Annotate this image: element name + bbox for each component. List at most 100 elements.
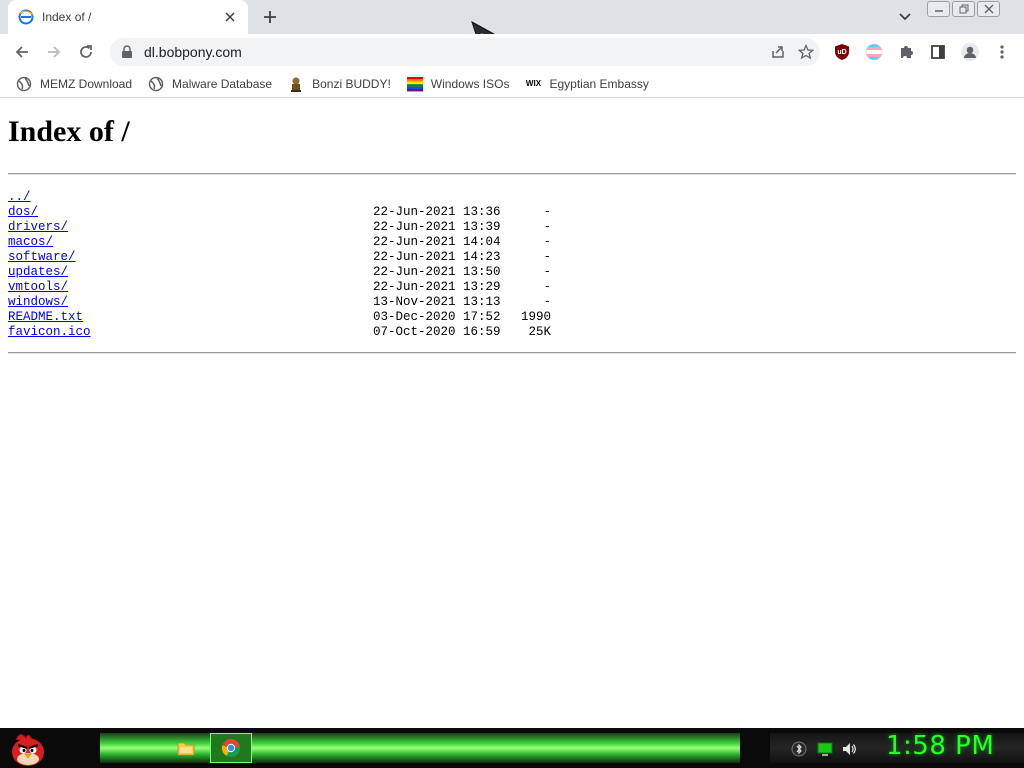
entry-size: 1990	[520, 310, 551, 324]
tab-title: Index of /	[42, 10, 92, 24]
share-button[interactable]	[764, 38, 792, 66]
window-controls	[927, 1, 1000, 17]
bookmark-malware-database[interactable]: Malware Database	[142, 72, 278, 96]
entry-link[interactable]: drivers/	[8, 220, 68, 235]
ublock-extension-button[interactable]: uD	[831, 41, 853, 63]
start-button[interactable]	[6, 728, 50, 768]
bookmark-label: Bonzi BUDDY!	[312, 76, 391, 91]
list-item: vmtools/ 22-Jun-2021 13:29 -	[8, 280, 1016, 295]
reload-icon	[80, 45, 92, 58]
list-item: updates/ 22-Jun-2021 13:50 -	[8, 265, 1016, 280]
tab-close-icon[interactable]	[222, 9, 238, 25]
taskbar-clock[interactable]: 1:58 PM	[886, 731, 994, 761]
extensions-button[interactable]	[895, 41, 917, 63]
parent-directory-link[interactable]: ../	[8, 190, 31, 205]
address-bar[interactable]: dl.bobpony.com	[110, 38, 820, 66]
kebab-menu-icon	[1000, 45, 1004, 59]
chrome-icon	[221, 739, 240, 757]
bookmark-star-button[interactable]	[792, 38, 820, 66]
file-explorer-icon[interactable]	[176, 738, 196, 758]
entry-size: -	[543, 295, 551, 309]
puzzle-icon	[901, 46, 913, 58]
ie-favicon-icon	[18, 9, 34, 25]
minimize-button[interactable]	[927, 1, 950, 17]
bookmark-memz[interactable]: MEMZ Download	[10, 72, 138, 96]
side-panel-button[interactable]	[927, 41, 949, 63]
tab-active[interactable]: Index of /	[8, 0, 248, 34]
forward-button[interactable]	[40, 38, 68, 66]
taskbar-chrome-button[interactable]	[210, 733, 252, 763]
entry-link[interactable]: dos/	[8, 205, 38, 220]
taskbar-glow	[100, 733, 740, 763]
list-item: drivers/ 22-Jun-2021 13:39 -	[8, 220, 1016, 235]
side-panel-icon	[931, 45, 945, 59]
entry-link[interactable]: favicon.ico	[8, 325, 91, 340]
back-button[interactable]	[8, 38, 36, 66]
page-title: Index of /	[8, 115, 130, 148]
bluetooth-icon[interactable]	[791, 741, 807, 757]
globe-icon	[148, 76, 164, 92]
browser-toolbar: dl.bobpony.com uD	[0, 34, 1024, 70]
reload-button[interactable]	[72, 38, 100, 66]
bookmark-windows-isos[interactable]: Windows ISOs	[401, 72, 516, 96]
bookmark-egyptian-embassy[interactable]: WIX Egyptian Embassy	[519, 72, 654, 96]
chevron-down-icon	[899, 13, 911, 21]
menu-button[interactable]	[991, 41, 1013, 63]
ublock-label: uD	[837, 48, 847, 56]
arrow-left-icon	[15, 46, 28, 58]
entry-size: -	[543, 265, 551, 279]
tab-search-button[interactable]	[894, 6, 916, 28]
bookmark-label: Windows ISOs	[430, 76, 510, 91]
wix-icon: WIX	[525, 76, 541, 92]
page-content: Index of / ../ dos/ 22-Jun-2021 13:36 - …	[8, 99, 1016, 354]
entry-size: -	[543, 250, 551, 264]
address-url[interactable]: dl.bobpony.com	[144, 44, 764, 60]
bonzi-icon	[288, 76, 304, 92]
restore-icon	[959, 4, 968, 14]
entry-link[interactable]: macos/	[8, 235, 53, 250]
entry-link[interactable]: software/	[8, 250, 76, 265]
minimize-icon	[934, 10, 943, 12]
entry-link[interactable]: vmtools/	[8, 280, 68, 295]
bookmark-label: Malware Database	[172, 76, 273, 91]
entry-size: -	[543, 205, 551, 219]
lock-icon	[122, 45, 132, 58]
entry-link[interactable]: windows/	[8, 295, 68, 310]
entry-size: -	[543, 220, 551, 234]
profile-button[interactable]	[959, 41, 981, 63]
new-tab-button[interactable]	[258, 5, 282, 29]
avatar-icon	[961, 43, 979, 61]
wix-logo-text: WIX	[525, 79, 542, 88]
bookmarks-bar: MEMZ Download Malware Database Bonzi BUD…	[0, 70, 1024, 98]
close-window-button[interactable]	[977, 1, 1000, 17]
plus-icon	[264, 11, 276, 23]
entry-link[interactable]: README.txt	[8, 310, 83, 325]
network-icon[interactable]	[817, 741, 833, 757]
top-divider	[8, 173, 1016, 175]
entry-size: -	[543, 280, 551, 294]
pride-extension-button[interactable]	[863, 41, 885, 63]
share-icon	[772, 46, 784, 58]
bottom-divider	[8, 352, 1016, 354]
globe-icon	[16, 76, 32, 92]
tab-strip: Index of /	[0, 0, 1024, 48]
list-item: ../	[8, 190, 1016, 205]
arrow-right-icon	[48, 46, 61, 58]
entry-size: -	[543, 235, 551, 249]
bookmark-bonzi-buddy[interactable]: Bonzi BUDDY!	[282, 72, 397, 96]
restore-button[interactable]	[952, 1, 975, 17]
list-item: windows/ 13-Nov-2021 13:13 -	[8, 295, 1016, 310]
list-item: dos/ 22-Jun-2021 13:36 -	[8, 205, 1016, 220]
trans-flag-icon	[865, 43, 883, 61]
list-item: README.txt 03-Dec-2020 17:52 1990	[8, 310, 1016, 325]
speaker-icon[interactable]	[841, 741, 857, 757]
list-item: macos/ 22-Jun-2021 14:04 -	[8, 235, 1016, 250]
list-item: favicon.ico 07-Oct-2020 16:59 25K	[8, 325, 1016, 340]
bookmark-label: Egyptian Embassy	[549, 76, 649, 91]
entry-link[interactable]: updates/	[8, 265, 68, 280]
taskbar: 1:58 PM	[0, 728, 1024, 768]
close-icon	[984, 4, 993, 14]
rainbow-flag-icon	[406, 76, 423, 92]
entry-size: 25K	[528, 325, 551, 339]
list-item: software/ 22-Jun-2021 14:23 -	[8, 250, 1016, 265]
